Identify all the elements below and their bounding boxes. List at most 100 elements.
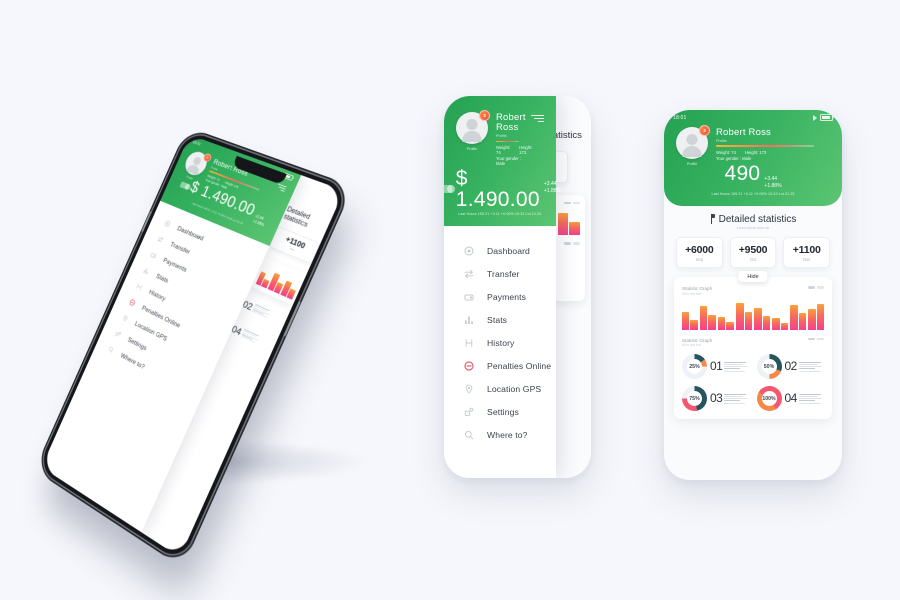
payments-icon [464, 292, 474, 302]
donut-text-lines [724, 361, 748, 373]
profile-progress-bar [716, 145, 815, 148]
profile-subtitle: Profile [716, 138, 727, 143]
tilt-donut-number: 02 [241, 298, 255, 313]
sidebar-item-label: Payments [487, 291, 527, 302]
signal-icon [278, 171, 283, 177]
sidebar-item-stats[interactable]: Stats [444, 308, 556, 331]
sidebar-item-label: Dashboard [487, 245, 530, 256]
notification-badge[interactable]: 3 [202, 152, 213, 163]
balance-change: +3.44 +1.88% [764, 176, 781, 190]
bar [790, 304, 798, 330]
sidebar-item-payments[interactable]: Payments [444, 285, 556, 308]
penalties-icon [464, 361, 474, 371]
hide-button[interactable]: Hide [738, 271, 768, 283]
profile-metrics: Weight: 74 Height: 173 [716, 150, 830, 155]
donut-number: 04 [784, 390, 798, 405]
gender-label: Your gender : Male [496, 156, 521, 167]
height-label: Height: 173 [744, 149, 767, 155]
bar-group [790, 301, 807, 330]
donut-text-lines [724, 393, 748, 405]
weight-label: Weight: 74 [496, 144, 511, 155]
nav-drawer: 18:01 3 Profile Robert Ross Profile [444, 96, 561, 478]
profile-row: 3 Profile Robert Ross Profile Weight: 74… [664, 121, 842, 166]
stat-card-nov[interactable]: +1100 Nov [783, 236, 831, 269]
tilt-stat-label: Nov [289, 246, 296, 252]
height-label: Height: 173 [519, 144, 533, 155]
bar [780, 323, 788, 330]
statistics-panel-wrap: Hide Statistic Graph All in one box Stat… [674, 271, 832, 420]
donut-number: 02 [784, 358, 798, 373]
profile-subtitle: Profile [496, 134, 507, 139]
status-icons [813, 114, 834, 121]
chart-legend [808, 337, 824, 341]
sidebar-item-location-gps[interactable]: Location GPS [444, 377, 556, 400]
bar [718, 316, 726, 330]
tilt-nav-list: Dashboard Transfer Payments Stats Histor… [94, 200, 269, 406]
stat-card-value: +6000 [685, 243, 714, 256]
avatar[interactable]: 3 Profile [456, 110, 490, 151]
search-icon [464, 430, 474, 440]
bar-chart-icon [464, 315, 474, 325]
balance-change-pct: +1.88% [543, 188, 561, 195]
balance-change-abs: +3.44 [543, 181, 557, 188]
sidebar-item-dashboard[interactable]: Dashboard [444, 239, 556, 262]
stat-card-oct[interactable]: +9500 Oct [729, 236, 777, 269]
donut-chart: 100% [756, 386, 782, 412]
tilt-donut-number: 04 [230, 323, 244, 338]
donut-item-03[interactable]: 75% 03 [682, 386, 750, 412]
donut-text-lines [798, 361, 822, 373]
bar [772, 318, 780, 330]
bar-group [772, 301, 788, 330]
donut-item-02[interactable]: 50% 02 [756, 354, 825, 380]
settings-icon [464, 407, 474, 417]
right-phone-screen: 18:01 3 Profile Robert Ross Profile Weig… [664, 110, 842, 480]
stat-card-label: Oct [749, 257, 757, 263]
sidebar-item-penalties-online[interactable]: Penalties Online [444, 354, 556, 377]
bar [808, 309, 816, 330]
sidebar-item-settings[interactable]: Settings [444, 400, 556, 423]
donut-item-01[interactable]: 25% 01 [682, 354, 750, 380]
sidebar-item-label: History [487, 337, 515, 348]
search-icon [107, 344, 116, 354]
balance-change-pct: +1.88% [251, 218, 265, 228]
penalties-icon [128, 297, 137, 307]
tilt-stat-value: +1100 [284, 235, 307, 251]
profile-info: Robert Ross Profile Weight: 74 Height: 1… [716, 127, 830, 161]
notification-badge[interactable]: 3 [699, 125, 710, 136]
page-title: Detailed statistics [718, 213, 797, 225]
balance-caption: Last Hours 159.21 +3.11 +0.00% 19:33 Lot… [458, 212, 542, 217]
profile-name: Robert Ross [716, 127, 771, 138]
sidebar-item-transfer[interactable]: Transfer [444, 262, 556, 285]
dashboard-icon [464, 246, 474, 256]
balance-change-pct: +1.88% [764, 182, 782, 189]
history-icon [135, 282, 144, 292]
sidebar-item-history[interactable]: History [444, 331, 556, 354]
donut-item-04[interactable]: 100% 04 [756, 386, 825, 412]
sidebar-item-label: Location GPS [487, 383, 542, 394]
bar [762, 315, 770, 330]
transfer-icon [464, 269, 474, 279]
hamburger-menu-icon[interactable] [275, 181, 288, 193]
balance-change-abs: +3.44 [254, 213, 265, 222]
bar-group [718, 301, 734, 330]
profile-metrics: Weight: 74 Height: 173 [496, 144, 532, 155]
bar [798, 312, 807, 330]
stat-card-value: +9500 [738, 243, 768, 256]
hamburger-menu-icon[interactable] [530, 112, 544, 124]
avatar[interactable]: 3 Profile [676, 125, 710, 166]
balance-amount-short: 490 [724, 162, 761, 186]
graph-subtitle: All in one box [682, 291, 702, 296]
donut-number: 03 [710, 390, 723, 405]
power-button[interactable] [283, 300, 301, 337]
right-phone: 18:01 3 Profile Robert Ross Profile Weig… [664, 110, 842, 480]
notification-badge[interactable]: 3 [479, 110, 490, 121]
signal-icon [813, 114, 817, 121]
tilt-donut-lines [240, 328, 260, 346]
dashboard-icon [163, 219, 172, 228]
donut-percent: 100% [762, 395, 776, 402]
donut-text: 02 [784, 358, 822, 373]
bar [816, 304, 825, 330]
drawer-nav-list: Dashboard Transfer Payments Stats Histor… [444, 226, 556, 446]
sidebar-item-where-to[interactable]: Where to? [444, 423, 556, 446]
stat-card-sep[interactable]: +6000 Sep [676, 236, 723, 269]
